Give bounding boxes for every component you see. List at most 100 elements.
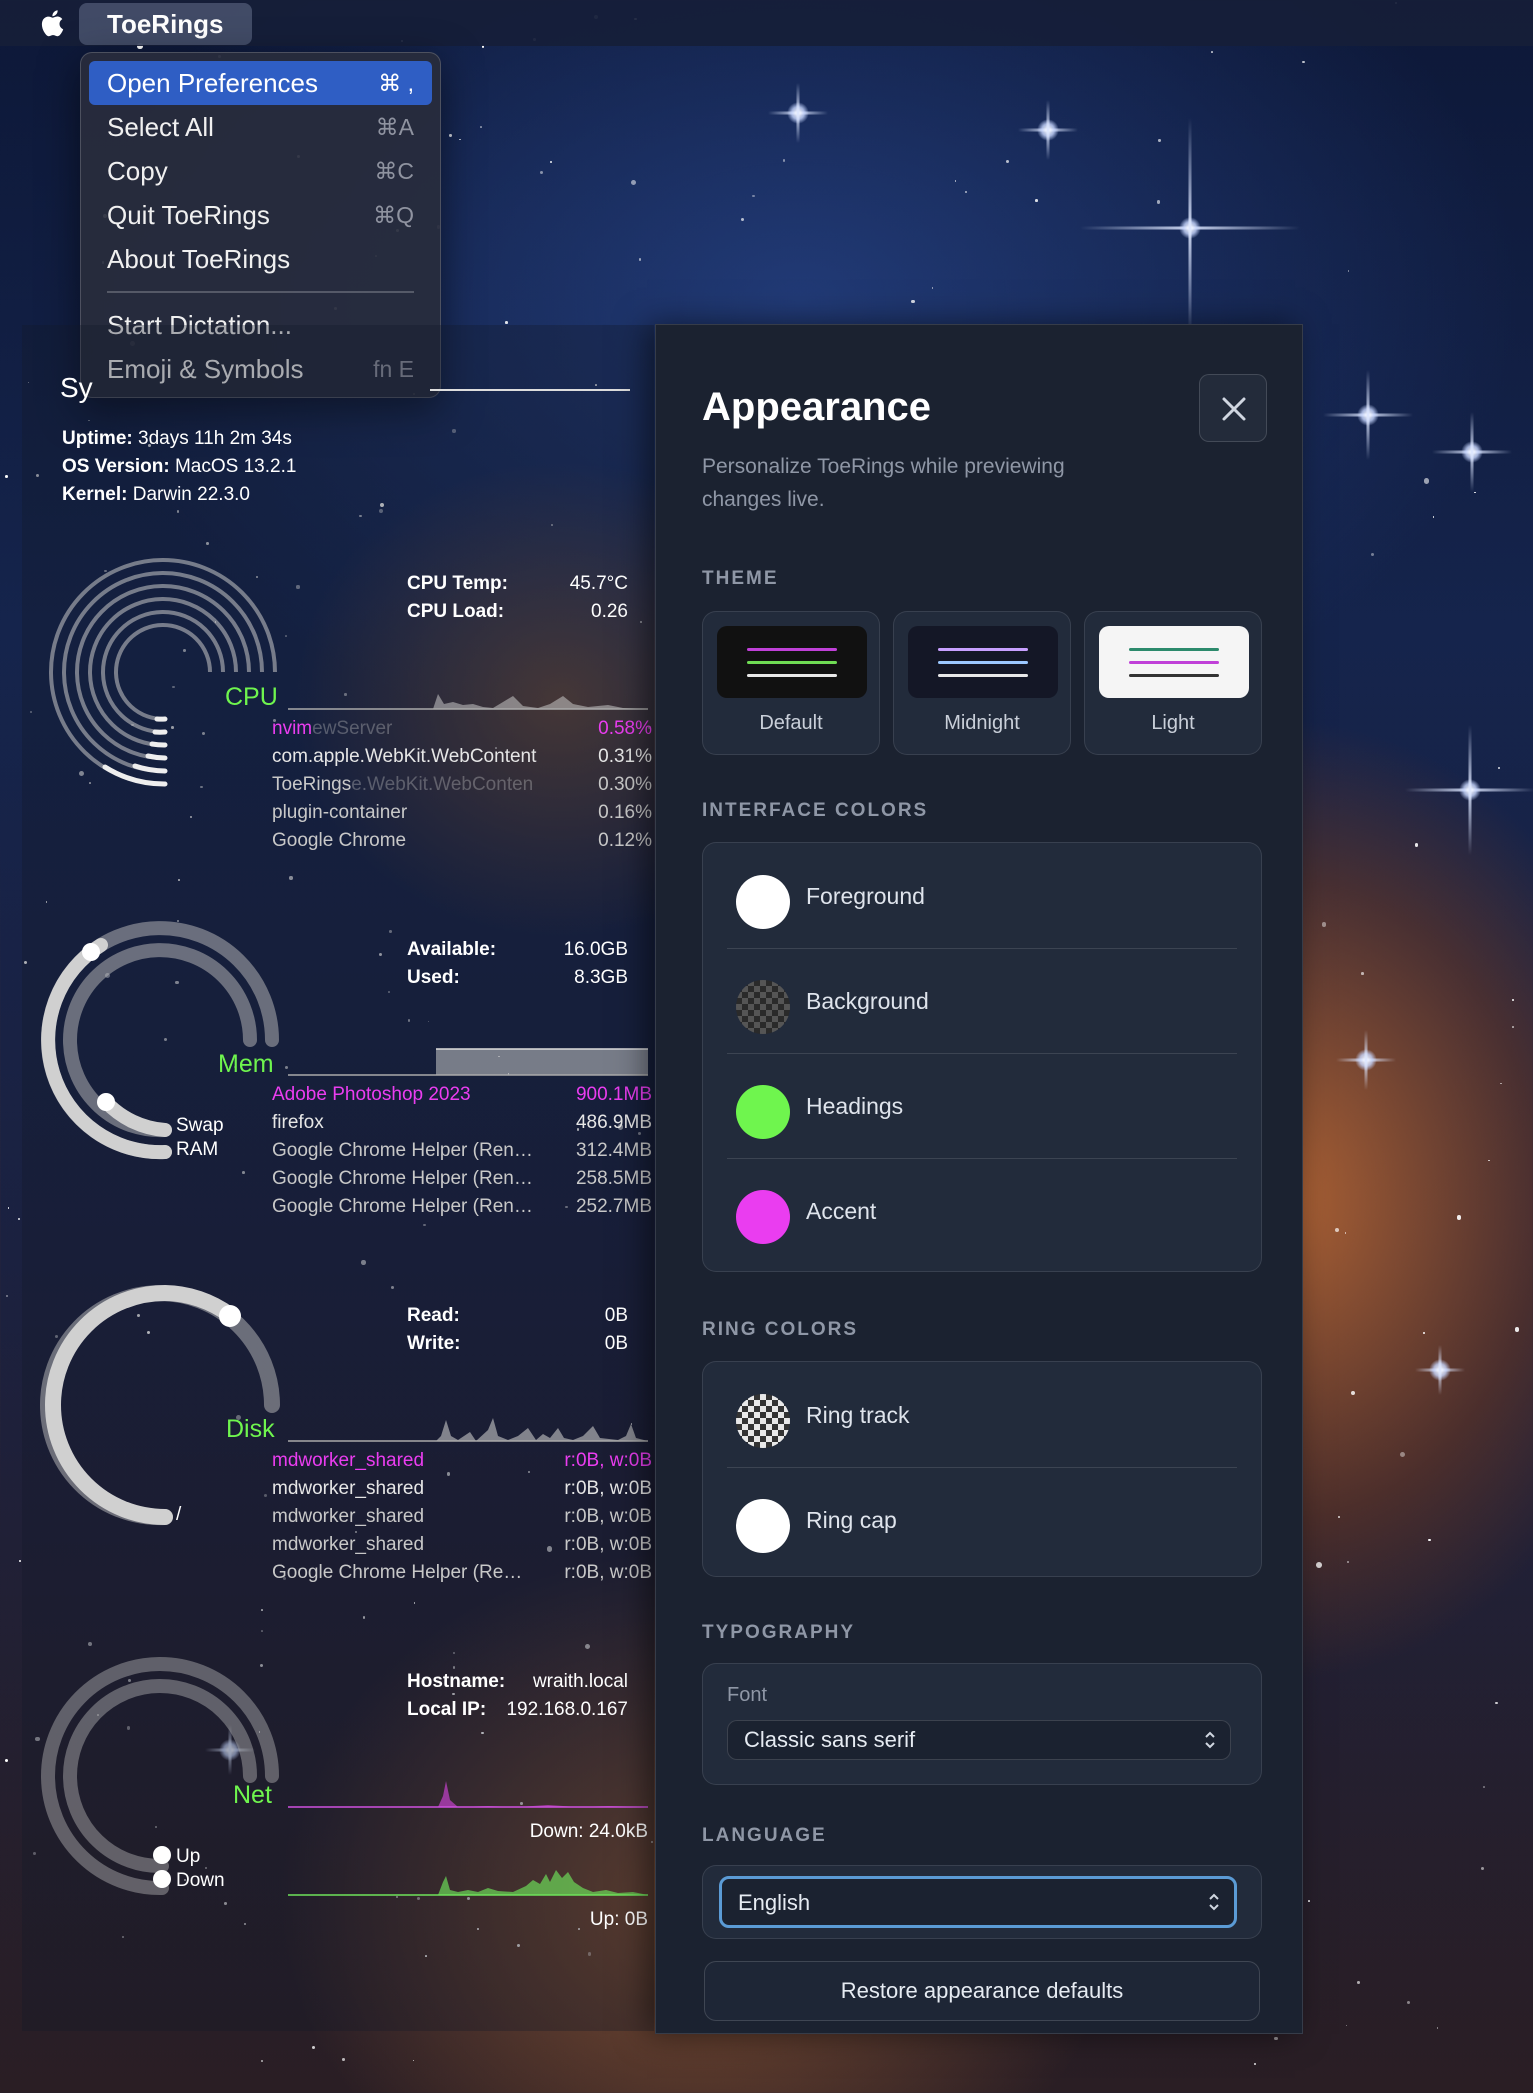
menu-item-select-all[interactable]: Select All ⌘A xyxy=(89,105,432,149)
star-dot xyxy=(459,138,461,141)
process-value: r:0B, w:0B xyxy=(564,1450,652,1471)
color-row-ring-track[interactable]: Ring track xyxy=(703,1362,1261,1467)
net-ring-gauge xyxy=(41,1657,279,1896)
color-name: Headings xyxy=(806,1093,904,1119)
mem-sparkline xyxy=(288,1048,648,1076)
star-dot xyxy=(1512,998,1515,1001)
cpu-temp-value: 45.7°C xyxy=(569,573,628,594)
cpu-load-label: CPU Load: xyxy=(407,601,505,622)
star-dot xyxy=(549,161,552,164)
theme-preview xyxy=(908,626,1058,698)
process-name: mdworker_shared xyxy=(272,1534,425,1555)
theme-option-default[interactable]: Default xyxy=(702,611,880,755)
star-dot xyxy=(1400,1452,1406,1458)
process-value: r:0B, w:0B xyxy=(564,1506,652,1527)
close-button[interactable] xyxy=(1199,374,1267,442)
hostname-label: Hostname: xyxy=(407,1671,506,1692)
updown-chevron-icon xyxy=(1205,1731,1215,1749)
theme-option-light[interactable]: Light xyxy=(1084,611,1262,755)
star-dot xyxy=(782,159,786,162)
color-row-headings[interactable]: Headings xyxy=(703,1053,1261,1158)
language-select[interactable]: English xyxy=(719,1876,1237,1928)
disk-ring-gauge xyxy=(40,1284,280,1526)
color-name: Ring cap xyxy=(806,1507,897,1533)
star-dot xyxy=(1436,2027,1439,2029)
menu-item-shortcut: ⌘Q xyxy=(373,202,414,228)
star-dot xyxy=(1308,1900,1310,1902)
mem-process-row: Google Chrome Helper (Ren… 252.7MB xyxy=(272,1196,652,1224)
disk-process-row: mdworker_shared r:0B, w:0B xyxy=(272,1450,652,1478)
menu-separator xyxy=(107,291,414,293)
star-dot xyxy=(1356,1981,1360,1985)
star-dot xyxy=(1497,767,1500,770)
color-swatch[interactable] xyxy=(736,1085,790,1139)
mem-process-row: Google Chrome Helper (Ren… 312.4MB xyxy=(272,1140,652,1168)
local-ip-value: 192.168.0.167 xyxy=(506,1699,628,1720)
disk-write-value: 0B xyxy=(604,1333,628,1354)
process-name: mdworker_shared xyxy=(272,1450,425,1471)
menu-bar: ToeRings xyxy=(0,0,1533,46)
process-value: 486.9MB xyxy=(575,1112,652,1133)
star-dot xyxy=(5,475,8,478)
color-name: Ring track xyxy=(806,1402,910,1428)
star-dot xyxy=(1423,1331,1426,1334)
color-row-foreground[interactable]: Foreground xyxy=(703,843,1261,948)
disk-process-row: mdworker_shared r:0B, w:0B xyxy=(272,1478,652,1506)
cpu-process-row: com.apple.WebKit.WebContent 0.31% xyxy=(272,746,652,774)
color-swatch[interactable] xyxy=(736,1394,790,1448)
process-value: 0.30% xyxy=(598,774,652,795)
language-group: English xyxy=(702,1865,1262,1939)
cpu-process-row: ToeRingse.WebKit.WebConten 0.30% xyxy=(272,774,652,802)
star-dot xyxy=(1407,2001,1411,2005)
color-row-ring-cap[interactable]: Ring cap xyxy=(703,1467,1261,1572)
menu-item-quit-toerings[interactable]: Quit ToeRings ⌘Q xyxy=(89,193,432,237)
star-dot xyxy=(1500,1082,1502,1085)
color-swatch[interactable] xyxy=(736,980,790,1034)
app-menu-toerings[interactable]: ToeRings xyxy=(79,3,252,45)
disk-read-label: Read: xyxy=(407,1305,460,1326)
color-row-accent[interactable]: Accent xyxy=(703,1158,1261,1263)
star-dot xyxy=(311,2046,315,2050)
menu-item-label: Quit ToeRings xyxy=(107,200,270,230)
color-row-background[interactable]: Background xyxy=(703,948,1261,1053)
color-swatch[interactable] xyxy=(736,1190,790,1244)
star-dot xyxy=(1432,516,1435,518)
menu-item-open-preferences[interactable]: Open Preferences ⌘ , xyxy=(89,61,432,105)
process-name: Google Chrome Helper (Re… xyxy=(272,1562,523,1583)
color-swatch[interactable] xyxy=(736,1499,790,1553)
star-dot xyxy=(1361,972,1364,975)
process-name: mdworker_shared xyxy=(272,1506,425,1527)
star-dot xyxy=(412,2059,415,2062)
menu-item-shortcut: ⌘A xyxy=(375,114,414,140)
star-dot xyxy=(1350,1391,1355,1396)
menu-item-label: About ToeRings xyxy=(107,244,291,274)
font-label: Font xyxy=(727,1684,768,1706)
star-dot xyxy=(630,179,636,186)
menu-item-shortcut: ⌘ , xyxy=(378,70,414,96)
font-select[interactable]: Classic sans serif xyxy=(727,1720,1231,1760)
appearance-panel: Appearance Personalize ToeRings while pr… xyxy=(655,324,1303,2034)
theme-option-midnight[interactable]: Midnight xyxy=(893,611,1071,755)
hostname-value: wraith.local xyxy=(532,1671,628,1692)
cpu-process-row: Google Chrome 0.12% xyxy=(272,830,652,858)
menu-item-label: Select All xyxy=(107,112,214,142)
star-dot xyxy=(449,134,452,137)
star-dot xyxy=(1414,843,1418,847)
net-down-rate: Down: 24.0kB xyxy=(529,1821,648,1842)
color-swatch[interactable] xyxy=(736,875,790,929)
star-dot xyxy=(1156,200,1161,204)
star-dot xyxy=(741,217,745,221)
menu-item-about-toerings[interactable]: About ToeRings xyxy=(89,237,432,281)
apple-logo-icon[interactable] xyxy=(38,7,68,39)
restore-defaults-button[interactable]: Restore appearance defaults xyxy=(704,1961,1260,2021)
menu-item-copy[interactable]: Copy ⌘C xyxy=(89,149,432,193)
process-value: 0.58% xyxy=(598,718,652,739)
star-dot xyxy=(17,1217,20,1221)
star-dot xyxy=(911,299,915,304)
theme-preview xyxy=(717,626,867,698)
mem-available-label: Available: xyxy=(407,939,497,960)
star-dot xyxy=(1211,51,1213,53)
mem-process-row: firefox 486.9MB xyxy=(272,1112,652,1140)
mem-label: Mem xyxy=(218,1050,274,1078)
mem-ring-gauge xyxy=(41,921,279,1160)
